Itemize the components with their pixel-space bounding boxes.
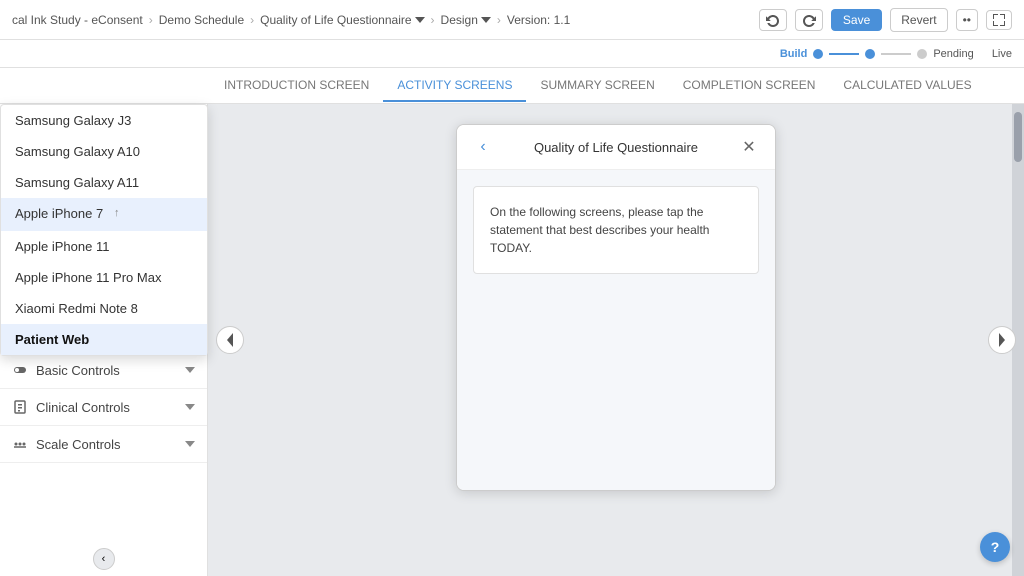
- tabs-bar: INTRODUCTION SCREEN ACTIVITY SCREENS SUM…: [0, 68, 1024, 104]
- chevron-right-icon: [998, 333, 1006, 347]
- basic-label: Basic Controls: [36, 363, 120, 378]
- dropdown-item-xiaomi-note8[interactable]: Xiaomi Redmi Note 8: [1, 293, 207, 324]
- tab-activity[interactable]: ACTIVITY SCREENS: [383, 70, 526, 102]
- phone-title: Quality of Life Questionnaire: [495, 140, 737, 155]
- clinical-icon: [12, 399, 28, 415]
- breadcrumb-part3-label: Quality of Life Questionnaire: [260, 13, 411, 27]
- clinical-label: Clinical Controls: [36, 400, 130, 415]
- expand-button[interactable]: [986, 10, 1012, 30]
- dropdown-item-samsung-j3[interactable]: Samsung Galaxy J3: [1, 105, 207, 136]
- next-screen-button[interactable]: [988, 326, 1016, 354]
- scale-controls-header[interactable]: Scale Controls: [0, 426, 207, 462]
- content-area: ‹ Quality of Life Questionnaire ✕ On the…: [208, 104, 1024, 576]
- phone-close-button[interactable]: ✕: [737, 135, 761, 159]
- tab-introduction[interactable]: INTRODUCTION SCREEN: [210, 70, 383, 102]
- help-button[interactable]: ?: [980, 532, 1010, 562]
- build-status-bar: Build Pending Live: [0, 40, 1024, 68]
- scale-chevron-icon: [185, 439, 195, 449]
- breadcrumb-sep1: ›: [149, 13, 153, 27]
- device-dropdown: Samsung Galaxy J3 Samsung Galaxy A10 Sam…: [0, 104, 208, 356]
- scale-icon: [12, 436, 28, 452]
- dropdown-item-iphone11promax[interactable]: Apple iPhone 11 Pro Max: [1, 262, 207, 293]
- breadcrumb-part4[interactable]: Design: [441, 13, 491, 27]
- basic-controls-header[interactable]: Basic Controls: [0, 352, 207, 388]
- tab-summary[interactable]: SUMMARY SCREEN: [526, 70, 668, 102]
- sidebar-section-clinical: Clinical Controls: [0, 389, 207, 426]
- phone-content-box: On the following screens, please tap the…: [473, 186, 759, 274]
- sidebar-collapse-button[interactable]: ‹: [93, 548, 115, 570]
- sidebar: CONTROLS OUTLINE Samsung Galaxy J3 Samsu…: [0, 104, 208, 576]
- redo-icon: [802, 13, 816, 27]
- dropdown-item-samsung-a10[interactable]: Samsung Galaxy A10: [1, 136, 207, 167]
- breadcrumb-sep4: ›: [497, 13, 501, 27]
- breadcrumb-part1: cal Ink Study - eConsent: [12, 13, 143, 27]
- undo-button[interactable]: [759, 9, 787, 31]
- scale-label: Scale Controls: [36, 437, 121, 452]
- main-layout: CONTROLS OUTLINE Samsung Galaxy J3 Samsu…: [0, 104, 1024, 576]
- chevron-down-icon2: [481, 15, 491, 25]
- dropdown-item-patient-web[interactable]: Patient Web: [1, 324, 207, 355]
- phone-frame: ‹ Quality of Life Questionnaire ✕ On the…: [456, 124, 776, 491]
- scroll-thumb[interactable]: [1014, 112, 1022, 162]
- prev-screen-button[interactable]: [216, 326, 244, 354]
- breadcrumb-part4-label: Design: [441, 13, 478, 27]
- basic-chevron-icon: [185, 365, 195, 375]
- revert-button[interactable]: Revert: [890, 8, 947, 32]
- tab-completion[interactable]: COMPLETION SCREEN: [669, 70, 830, 102]
- phone-back-button[interactable]: ‹: [471, 135, 495, 159]
- expand-icon: [993, 14, 1005, 26]
- phone-header: ‹ Quality of Life Questionnaire ✕: [457, 125, 775, 170]
- more-options-button[interactable]: ••: [956, 9, 978, 31]
- phone-body: On the following screens, please tap the…: [457, 170, 775, 490]
- redo-button[interactable]: [795, 9, 823, 31]
- breadcrumb-sep3: ›: [431, 13, 435, 27]
- breadcrumb-part2[interactable]: Demo Schedule: [159, 13, 244, 27]
- breadcrumb-sep2: ›: [250, 13, 254, 27]
- toolbar-right: Save Revert ••: [759, 8, 1012, 32]
- save-button[interactable]: Save: [831, 9, 882, 31]
- breadcrumb-bar: cal Ink Study - eConsent › Demo Schedule…: [0, 0, 1024, 40]
- clinical-controls-header[interactable]: Clinical Controls: [0, 389, 207, 425]
- chevron-down-icon: [415, 15, 425, 25]
- undo-icon: [766, 13, 780, 27]
- dropdown-item-samsung-a11[interactable]: Samsung Galaxy A11: [1, 167, 207, 198]
- dropdown-item-iphone7[interactable]: Apple iPhone 7 ↑: [1, 198, 207, 231]
- tab-calculated[interactable]: CALCULATED VALUES: [829, 70, 985, 102]
- basic-icon: [12, 362, 28, 378]
- phone-content-text: On the following screens, please tap the…: [490, 203, 742, 257]
- clinical-chevron-icon: [185, 402, 195, 412]
- sidebar-section-basic: Basic Controls: [0, 352, 207, 389]
- sidebar-section-scale: Scale Controls: [0, 426, 207, 463]
- sidebar-collapse-area: ‹: [0, 542, 207, 576]
- breadcrumb-part3[interactable]: Quality of Life Questionnaire: [260, 13, 424, 27]
- dropdown-item-iphone11[interactable]: Apple iPhone 11: [1, 231, 207, 262]
- version-label: Version: 1.1: [507, 13, 570, 27]
- chevron-left-icon: [226, 333, 234, 347]
